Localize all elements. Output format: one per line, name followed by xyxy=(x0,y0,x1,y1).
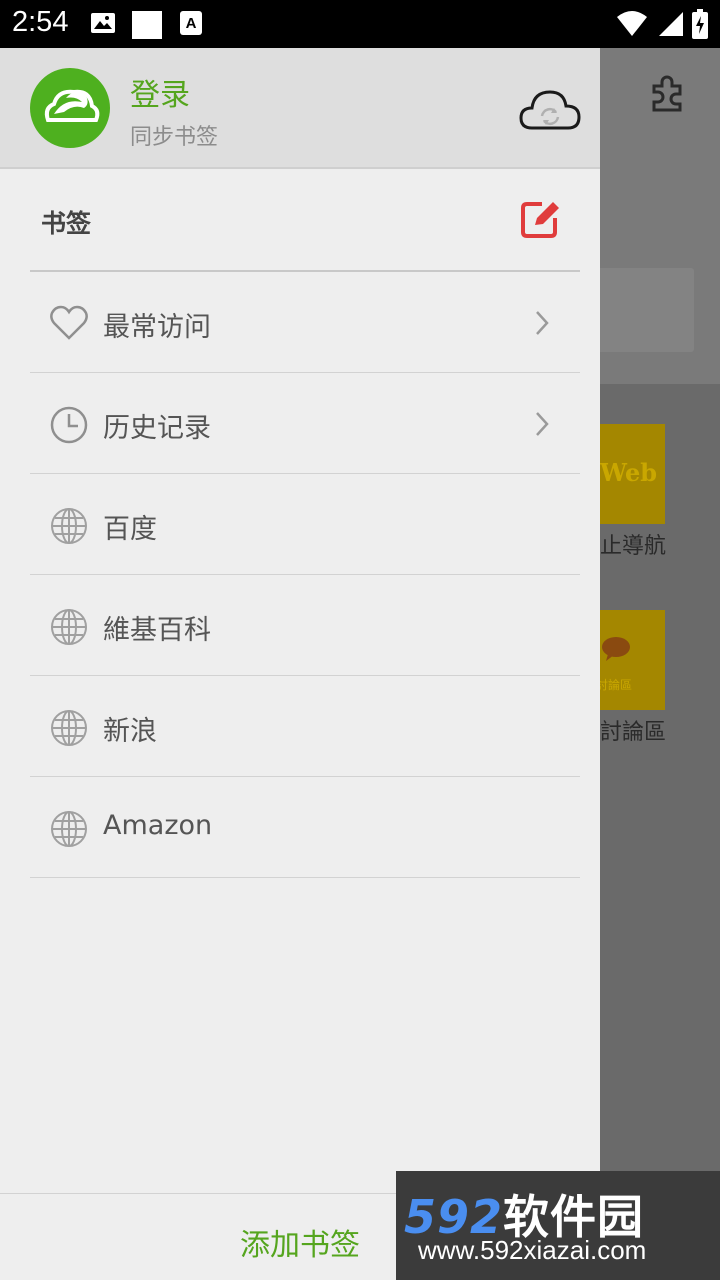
drawer-header: 登录 同步书签 xyxy=(0,48,600,169)
background-tile-forum: 討論區 xyxy=(600,610,665,710)
list-item-label: 新浪 xyxy=(103,716,157,747)
list-item-label: 历史记录 xyxy=(103,413,211,444)
login-link[interactable]: 登录 xyxy=(130,70,190,114)
list-item-bookmark[interactable]: 新浪 xyxy=(30,676,580,777)
globe-icon xyxy=(51,508,87,544)
list-item-most-visited[interactable]: 最常访问 xyxy=(30,272,580,373)
chevron-right-icon xyxy=(536,311,549,335)
square-notification-icon xyxy=(132,11,162,39)
dolphin-cloud-logo-icon xyxy=(44,89,100,122)
globe-icon xyxy=(51,710,87,746)
clock-icon xyxy=(50,406,88,444)
background-search-bar xyxy=(596,268,694,352)
signal-icon xyxy=(659,12,683,36)
bookmark-list: 最常访问 历史记录 百度 維基百科 新浪 Amazon xyxy=(30,272,580,878)
background-toolbar xyxy=(596,48,720,384)
status-time: 2:54 xyxy=(12,6,69,38)
list-item-bookmark[interactable]: 百度 xyxy=(30,474,580,575)
app-logo[interactable] xyxy=(30,68,110,148)
image-notification-icon xyxy=(91,13,115,33)
edit-pencil-icon[interactable] xyxy=(518,197,562,241)
cloud-sync-icon[interactable] xyxy=(518,86,582,134)
list-item-label: 最常访问 xyxy=(103,312,211,343)
speech-bubble-icon xyxy=(602,637,630,661)
extension-puzzle-icon xyxy=(652,75,682,112)
globe-icon xyxy=(51,811,87,847)
battery-icon xyxy=(692,9,708,39)
wifi-icon xyxy=(617,11,647,36)
heart-icon xyxy=(50,305,88,340)
chevron-right-icon xyxy=(536,412,549,436)
list-item-history[interactable]: 历史记录 xyxy=(30,373,580,474)
site-watermark: 592软件园 www.592xiazai.com xyxy=(396,1171,720,1280)
background-page: Web 止導航 討論區 討論區 xyxy=(596,48,720,1280)
bookmarks-section-header: 书签 xyxy=(0,170,600,270)
background-tile-label: 討論區 xyxy=(600,720,667,745)
svg-text:A: A xyxy=(186,15,197,32)
font-notification-icon: A xyxy=(180,11,202,35)
list-item-label: 維基百科 xyxy=(103,615,211,646)
sync-bookmarks-subtitle: 同步书签 xyxy=(130,125,219,150)
list-item-bookmark[interactable]: Amazon xyxy=(30,777,580,878)
background-tile-web: Web xyxy=(600,424,665,524)
background-tile-label: 止導航 xyxy=(600,534,667,559)
watermark-url: www.592xiazai.com xyxy=(418,1235,647,1265)
list-item-label: Amazon xyxy=(103,810,213,841)
list-item-bookmark[interactable]: 維基百科 xyxy=(30,575,580,676)
list-item-label: 百度 xyxy=(103,514,157,545)
bookmark-drawer: 登录 同步书签 书签 最常访问 历史记录 百度 維基百科 新浪 Amazon 添… xyxy=(0,48,600,1280)
globe-icon xyxy=(51,609,87,645)
section-title: 书签 xyxy=(41,209,92,238)
status-bar: 2:54 A xyxy=(0,0,720,48)
